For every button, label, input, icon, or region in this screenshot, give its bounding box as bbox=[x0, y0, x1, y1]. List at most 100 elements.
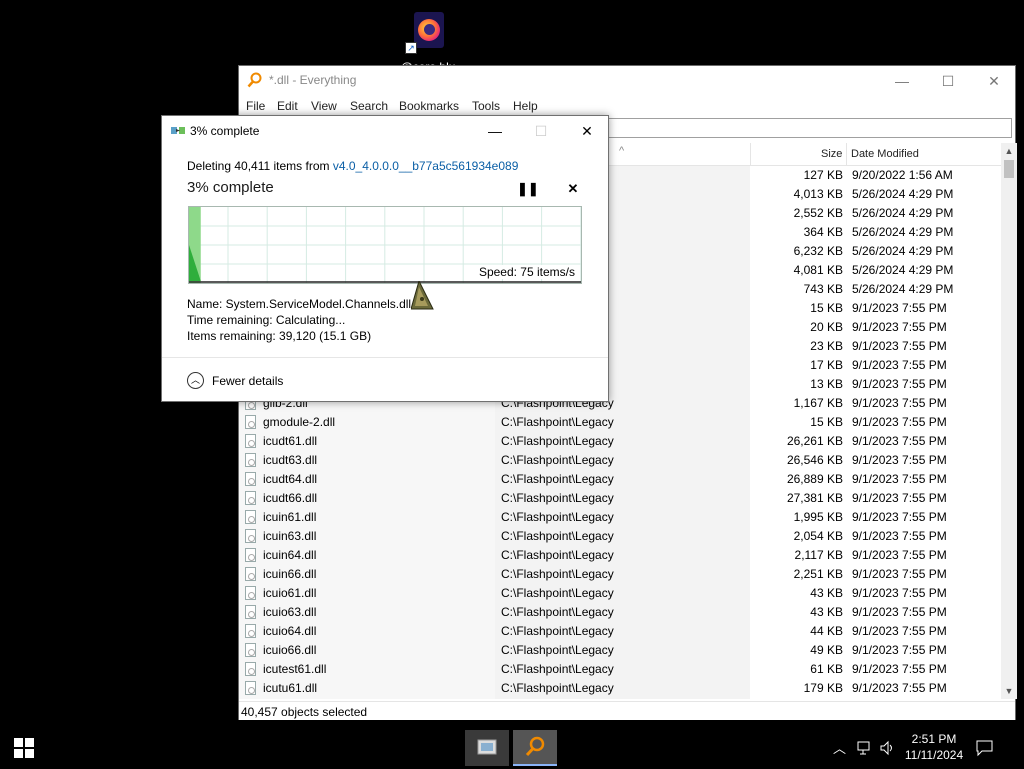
menu-edit[interactable]: Edit bbox=[277, 99, 298, 113]
dialog-maximize-button: ☐ bbox=[534, 123, 548, 139]
scroll-down-icon[interactable]: ▼ bbox=[1001, 683, 1017, 699]
menu-file[interactable]: File bbox=[246, 99, 265, 113]
taskbar-everything[interactable] bbox=[513, 730, 557, 766]
firefox-icon bbox=[414, 12, 444, 48]
table-row[interactable]: gmodule-2.dll C:\Flashpoint\Legacy 15 KB 9/… bbox=[239, 413, 1001, 432]
file-date: 9/1/2023 7:55 PM bbox=[852, 624, 947, 638]
menu-tools[interactable]: Tools bbox=[472, 99, 500, 113]
table-row[interactable]: icuio64.dll C:\Flashpoint\Legacy 44 KB 9/1/… bbox=[239, 622, 1001, 641]
file-size: 20 KB bbox=[810, 320, 843, 334]
dll-file-icon bbox=[245, 567, 256, 581]
table-row[interactable]: icuin64.dll C:\Flashpoint\Legacy 2,117 KB 9… bbox=[239, 546, 1001, 565]
table-row[interactable]: icudt61.dll C:\Flashpoint\Legacy 26,261 KB… bbox=[239, 432, 1001, 451]
cancel-button[interactable]: ✕ bbox=[563, 181, 583, 197]
menu-help[interactable]: Help bbox=[513, 99, 538, 113]
file-size: 4,013 KB bbox=[793, 187, 843, 201]
file-size: 15 KB bbox=[810, 415, 843, 429]
table-row[interactable]: icuin63.dll C:\Flashpoint\Legacy 2,054 KB 9… bbox=[239, 527, 1001, 546]
clock[interactable]: 2:51 PM 11/11/2024 bbox=[896, 731, 972, 763]
dll-file-icon bbox=[245, 453, 256, 467]
window-titlebar[interactable]: *.dll - Everything — ☐ ✕ bbox=[239, 66, 1015, 96]
file-size: 61 KB bbox=[810, 662, 843, 676]
windows-start-icon[interactable] bbox=[14, 738, 34, 758]
close-button[interactable]: ✕ bbox=[971, 66, 1017, 96]
dll-file-icon bbox=[245, 472, 256, 486]
file-size: 1,167 KB bbox=[793, 396, 843, 410]
dll-file-icon bbox=[245, 624, 256, 638]
volume-icon[interactable] bbox=[879, 740, 897, 756]
file-path: C:\Flashpoint\Legacy bbox=[501, 491, 614, 505]
file-path: C:\Flashpoint\Legacy bbox=[501, 643, 614, 657]
file-path: C:\Flashpoint\Legacy bbox=[501, 586, 614, 600]
search-input[interactable] bbox=[604, 118, 1012, 138]
menu-search[interactable]: Search bbox=[350, 99, 388, 113]
pause-button[interactable]: ❚❚ bbox=[517, 181, 539, 197]
progress-heading: 3% complete bbox=[187, 179, 274, 196]
file-date: 9/1/2023 7:55 PM bbox=[852, 548, 947, 562]
show-hidden-icons-chevron-icon[interactable]: ︿ bbox=[833, 738, 846, 757]
sort-chevron-icon: ^ bbox=[619, 145, 625, 157]
file-date: 5/26/2024 4:29 PM bbox=[852, 244, 954, 258]
file-size: 49 KB bbox=[810, 643, 843, 657]
file-date: 9/1/2023 7:55 PM bbox=[852, 529, 947, 543]
scroll-up-icon[interactable]: ▲ bbox=[1001, 143, 1017, 159]
firefox-shortcut[interactable]: ↗ @coro.blu... bbox=[400, 8, 465, 68]
file-date: 9/1/2023 7:55 PM bbox=[852, 472, 947, 486]
vertical-scrollbar[interactable]: ▲ ▼ bbox=[1001, 143, 1017, 699]
file-date: 9/1/2023 7:55 PM bbox=[852, 662, 947, 676]
file-name: icuin64.dll bbox=[263, 548, 317, 562]
file-path: C:\Flashpoint\Legacy bbox=[501, 434, 614, 448]
clock-date: 11/11/2024 bbox=[904, 748, 964, 762]
table-row[interactable]: icuio61.dll C:\Flashpoint\Legacy 43 KB 9/1/… bbox=[239, 584, 1001, 603]
taskbar-progress-dialog[interactable] bbox=[465, 730, 509, 766]
file-path: C:\Flashpoint\Legacy bbox=[501, 510, 614, 524]
minimize-button[interactable]: — bbox=[879, 66, 925, 96]
busy-cursor-icon bbox=[411, 281, 434, 310]
file-date: 9/1/2023 7:55 PM bbox=[852, 339, 947, 353]
table-row[interactable]: icutest61.dll C:\Flashpoint\Legacy 61 KB 9/… bbox=[239, 660, 1001, 679]
table-row[interactable]: icuin66.dll C:\Flashpoint\Legacy 2,251 KB 9… bbox=[239, 565, 1001, 584]
file-name: icudt63.dll bbox=[263, 453, 318, 467]
column-date-modified[interactable]: Date Modified bbox=[851, 148, 919, 160]
menu-bookmarks[interactable]: Bookmarks bbox=[399, 99, 459, 113]
table-row[interactable]: icudt66.dll C:\Flashpoint\Legacy 27,381 KB… bbox=[239, 489, 1001, 508]
table-row[interactable]: icudt64.dll C:\Flashpoint\Legacy 26,889 KB… bbox=[239, 470, 1001, 489]
file-date: 9/1/2023 7:55 PM bbox=[852, 301, 947, 315]
table-row[interactable]: icudt63.dll C:\Flashpoint\Legacy 26,546 KB… bbox=[239, 451, 1001, 470]
file-path: C:\Flashpoint\Legacy bbox=[501, 529, 614, 543]
file-size: 43 KB bbox=[810, 586, 843, 600]
file-date: 9/1/2023 7:55 PM bbox=[852, 681, 947, 695]
file-date: 9/1/2023 7:55 PM bbox=[852, 491, 947, 505]
dll-file-icon bbox=[245, 548, 256, 562]
file-name: icuin66.dll bbox=[263, 567, 317, 581]
notifications-icon[interactable] bbox=[976, 739, 994, 757]
file-size: 364 KB bbox=[803, 225, 843, 239]
dll-file-icon bbox=[245, 605, 256, 619]
file-size: 743 KB bbox=[803, 282, 843, 296]
file-name: icuin63.dll bbox=[263, 529, 317, 543]
file-name: icuio66.dll bbox=[263, 643, 317, 657]
file-date: 9/1/2023 7:55 PM bbox=[852, 358, 947, 372]
network-icon[interactable] bbox=[857, 740, 875, 756]
column-size[interactable]: Size bbox=[821, 148, 842, 160]
table-row[interactable]: icuin61.dll C:\Flashpoint\Legacy 1,995 KB 9… bbox=[239, 508, 1001, 527]
file-date: 5/26/2024 4:29 PM bbox=[852, 263, 954, 277]
deleting-summary: Deleting 40,411 items from v4.0_4.0.0.0_… bbox=[187, 159, 519, 173]
table-row[interactable]: icutu61.dll C:\Flashpoint\Legacy 179 KB 9/1… bbox=[239, 679, 1001, 698]
file-path: C:\Flashpoint\Legacy bbox=[501, 453, 614, 467]
menu-view[interactable]: View bbox=[311, 99, 337, 113]
dialog-minimize-button[interactable]: — bbox=[472, 116, 518, 146]
table-row[interactable]: icuio63.dll C:\Flashpoint\Legacy 43 KB 9/1/… bbox=[239, 603, 1001, 622]
scroll-thumb[interactable] bbox=[1004, 160, 1014, 178]
dll-file-icon bbox=[245, 415, 256, 429]
dll-file-icon bbox=[245, 434, 256, 448]
maximize-button[interactable]: ☐ bbox=[925, 66, 971, 96]
dialog-close-button[interactable]: ✕ bbox=[564, 116, 610, 146]
file-path: C:\Flashpoint\Legacy bbox=[501, 415, 614, 429]
table-row[interactable]: icuio66.dll C:\Flashpoint\Legacy 49 KB 9/1/… bbox=[239, 641, 1001, 660]
items-remaining: Items remaining: 39,120 (15.1 GB) bbox=[187, 329, 372, 343]
file-date: 9/1/2023 7:55 PM bbox=[852, 605, 947, 619]
dialog-titlebar[interactable]: 3% complete — ☐ ✕ bbox=[162, 116, 608, 146]
source-folder-link[interactable]: v4.0_4.0.0.0__b77a5c561934e089 bbox=[333, 159, 519, 173]
file-size: 44 KB bbox=[810, 624, 843, 638]
